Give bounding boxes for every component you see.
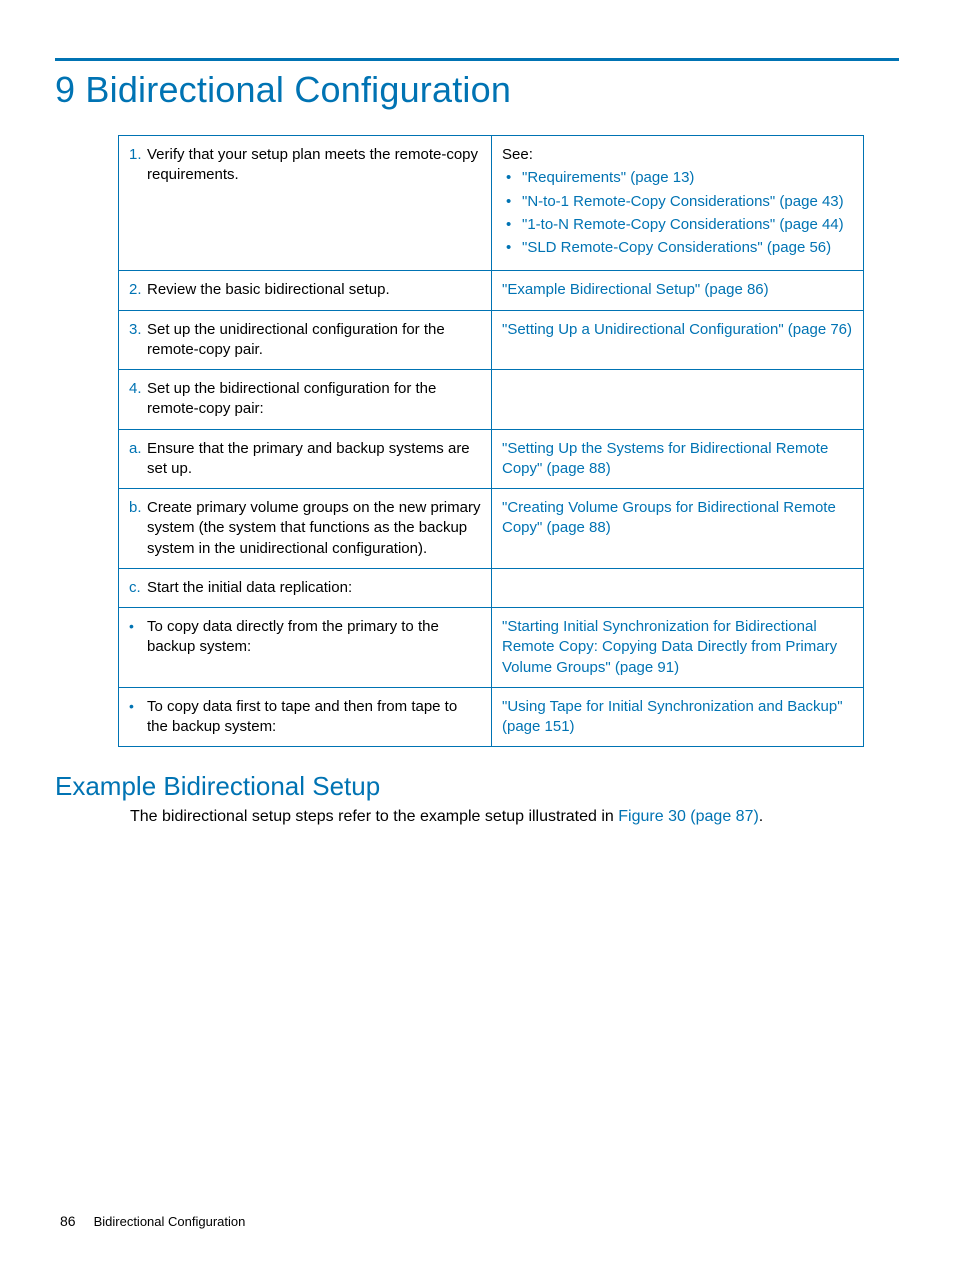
step-text: Review the basic bidirectional setup.	[147, 280, 481, 300]
step-cell: •To copy data directly from the primary …	[119, 608, 492, 688]
step-marker: 3.	[129, 320, 147, 361]
step-text: To copy data directly from the primary t…	[147, 617, 481, 658]
steps-table: 1.Verify that your setup plan meets the …	[118, 135, 864, 747]
top-rule	[55, 58, 899, 61]
reference-cell: "Setting Up a Unidirectional Configurati…	[492, 310, 864, 370]
reference-link[interactable]: "Creating Volume Groups for Bidirectiona…	[502, 499, 836, 536]
reference-list: "Requirements" (page 13) "N-to-1 Remote-C…	[502, 168, 853, 258]
step-cell: 2.Review the basic bidirectional setup.	[119, 271, 492, 310]
reference-cell: "Creating Volume Groups for Bidirectiona…	[492, 489, 864, 569]
page-footer: 86 Bidirectional Configuration	[60, 1213, 245, 1229]
table-row: 4.Set up the bidirectional configuration…	[119, 370, 864, 430]
step-marker: b.	[129, 498, 147, 559]
section-intro: The bidirectional setup steps refer to t…	[130, 808, 899, 826]
table-row: •To copy data directly from the primary …	[119, 608, 864, 688]
step-cell: 1.Verify that your setup plan meets the …	[119, 136, 492, 271]
reference-link[interactable]: "Using Tape for Initial Synchronization …	[502, 698, 843, 735]
reference-cell: See: "Requirements" (page 13) "N-to-1 Remo…	[492, 136, 864, 271]
step-text: Verify that your setup plan meets the re…	[147, 145, 481, 186]
reference-cell	[492, 370, 864, 430]
reference-link[interactable]: "N-to-1 Remote-Copy Considerations" (pag…	[506, 192, 853, 212]
footer-page-number: 86	[60, 1213, 76, 1229]
reference-link[interactable]: "Starting Initial Synchronization for Bi…	[502, 618, 837, 676]
step-marker: •	[129, 617, 147, 658]
reference-cell: "Starting Initial Synchronization for Bi…	[492, 608, 864, 688]
chapter-title: 9 Bidirectional Configuration	[55, 69, 899, 111]
reference-link[interactable]: "SLD Remote-Copy Considerations" (page 5…	[506, 238, 853, 258]
figure-link[interactable]: Figure 30 (page 87)	[618, 808, 759, 825]
step-cell: a.Ensure that the primary and backup sys…	[119, 429, 492, 489]
reference-cell: "Example Bidirectional Setup" (page 86)	[492, 271, 864, 310]
table-row: •To copy data first to tape and then fro…	[119, 687, 864, 747]
table-row: b.Create primary volume groups on the ne…	[119, 489, 864, 569]
see-label: See:	[502, 145, 853, 165]
step-cell: •To copy data first to tape and then fro…	[119, 687, 492, 747]
reference-link[interactable]: "Setting Up a Unidirectional Configurati…	[502, 321, 852, 338]
reference-link[interactable]: "1-to-N Remote-Copy Considerations" (pag…	[506, 215, 853, 235]
step-text: Set up the bidirectional configuration f…	[147, 379, 481, 420]
reference-link[interactable]: "Requirements" (page 13)	[506, 168, 853, 188]
step-text: Start the initial data replication:	[147, 578, 481, 598]
step-text: To copy data first to tape and then from…	[147, 697, 481, 738]
step-cell: 3.Set up the unidirectional configuratio…	[119, 310, 492, 370]
step-marker: a.	[129, 439, 147, 480]
step-text: Ensure that the primary and backup syste…	[147, 439, 481, 480]
step-marker: 2.	[129, 280, 147, 300]
step-cell: c.Start the initial data replication:	[119, 568, 492, 607]
table-row: c.Start the initial data replication:	[119, 568, 864, 607]
table-row: 2.Review the basic bidirectional setup. "…	[119, 271, 864, 310]
step-marker: 1.	[129, 145, 147, 186]
intro-prefix: The bidirectional setup steps refer to t…	[130, 808, 618, 825]
step-marker: 4.	[129, 379, 147, 420]
table-row: 3.Set up the unidirectional configuratio…	[119, 310, 864, 370]
step-text: Create primary volume groups on the new …	[147, 498, 481, 559]
step-cell: 4.Set up the bidirectional configuration…	[119, 370, 492, 430]
table-row: 1.Verify that your setup plan meets the …	[119, 136, 864, 271]
reference-cell: "Setting Up the Systems for Bidirectiona…	[492, 429, 864, 489]
reference-link[interactable]: "Setting Up the Systems for Bidirectiona…	[502, 440, 828, 477]
section-title: Example Bidirectional Setup	[55, 771, 899, 802]
step-cell: b.Create primary volume groups on the ne…	[119, 489, 492, 569]
step-marker: •	[129, 697, 147, 738]
table-row: a.Ensure that the primary and backup sys…	[119, 429, 864, 489]
step-text: Set up the unidirectional configuration …	[147, 320, 481, 361]
step-marker: c.	[129, 578, 147, 598]
intro-suffix: .	[759, 808, 763, 825]
reference-cell	[492, 568, 864, 607]
footer-chapter-title: Bidirectional Configuration	[94, 1214, 246, 1229]
reference-cell: "Using Tape for Initial Synchronization …	[492, 687, 864, 747]
reference-link[interactable]: "Example Bidirectional Setup" (page 86)	[502, 281, 769, 298]
